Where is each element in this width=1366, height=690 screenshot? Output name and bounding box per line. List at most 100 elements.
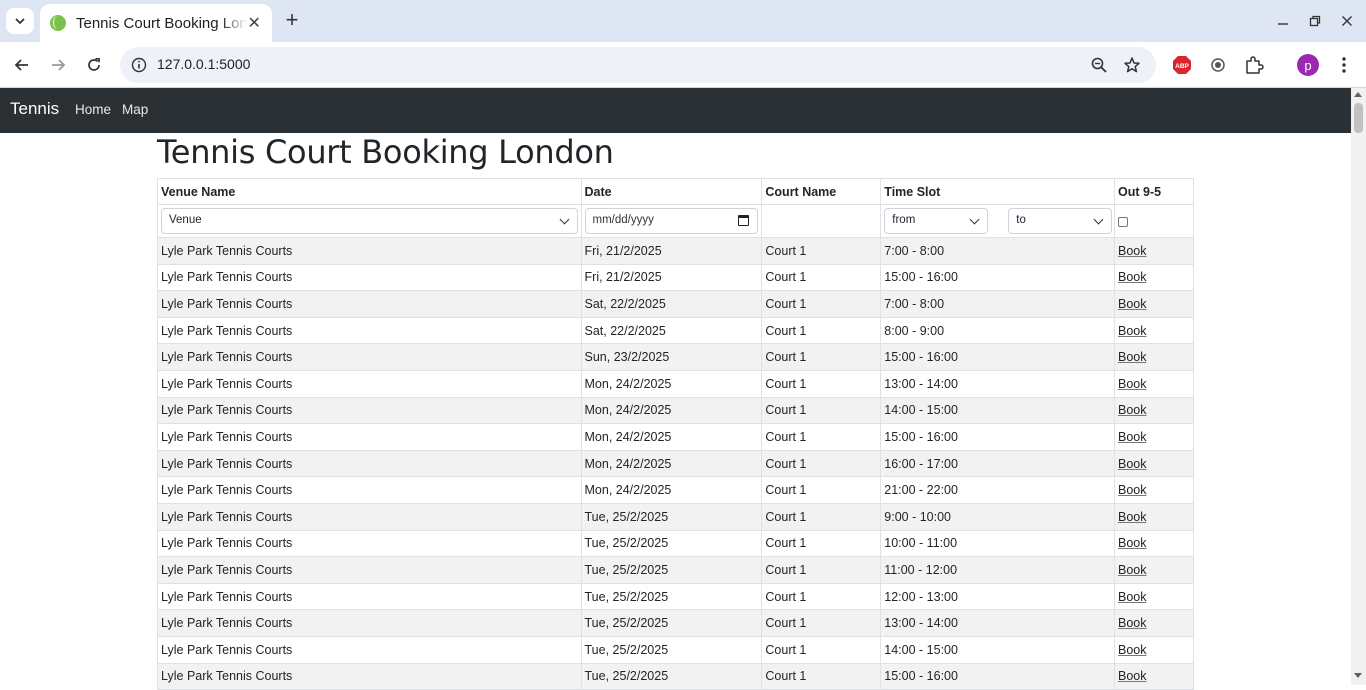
header-time-slot: Time Slot (880, 178, 1116, 205)
book-link[interactable]: Book (1118, 403, 1147, 417)
date-cell: Fri, 21/2/2025 (580, 237, 763, 265)
venue-cell: Lyle Park Tennis Courts (157, 529, 582, 558)
scroll-thumb[interactable] (1354, 103, 1363, 133)
bookmark-star-icon[interactable] (1122, 55, 1142, 75)
extensions-puzzle-icon[interactable] (1243, 54, 1265, 76)
venue-cell: Lyle Park Tennis Courts (157, 316, 582, 345)
time-slot-cell: 21:00 - 22:00 (880, 476, 1116, 504)
address-bar[interactable]: 127.0.0.1:5000 (120, 47, 1156, 83)
forward-icon[interactable] (46, 53, 70, 77)
site-info-icon[interactable] (130, 56, 148, 74)
date-cell: Sat, 22/2/2025 (580, 290, 763, 318)
table-row: Lyle Park Tennis Courts Tue, 25/2/2025 Cou… (157, 582, 1194, 611)
table-row: Lyle Park Tennis Courts Fri, 21/2/2025 Cou… (157, 263, 1194, 292)
out-9-5-checkbox[interactable] (1118, 216, 1129, 227)
svg-text:ABP: ABP (1175, 63, 1189, 70)
court-cell: Court 1 (761, 316, 882, 345)
book-link[interactable]: Book (1118, 324, 1147, 338)
scroll-up-arrow[interactable] (1354, 92, 1362, 97)
nav-link-home[interactable]: Home (75, 102, 111, 117)
book-link[interactable]: Book (1118, 270, 1147, 284)
back-icon[interactable] (10, 53, 34, 77)
table-row: Lyle Park Tennis Courts Fri, 21/2/2025 Cou… (157, 237, 1194, 265)
table-row: Lyle Park Tennis Courts Tue, 25/2/2025 Cou… (157, 529, 1194, 558)
venue-cell: Lyle Park Tennis Courts (157, 582, 582, 611)
site-navbar: Tennis Home Map (0, 88, 1351, 133)
time-slot-cell: 9:00 - 10:00 (880, 502, 1116, 531)
court-cell: Court 1 (761, 423, 882, 451)
adblock-extension-icon[interactable]: ABP (1171, 54, 1193, 76)
chevron-down-icon (559, 214, 569, 225)
time-slot-cell: 13:00 - 14:00 (880, 369, 1116, 398)
date-cell: Fri, 21/2/2025 (580, 263, 763, 292)
book-link[interactable]: Book (1118, 643, 1147, 657)
court-cell: Court 1 (761, 263, 882, 292)
venue-filter-select[interactable]: Venue (161, 208, 578, 234)
book-link[interactable]: Book (1118, 510, 1147, 524)
venue-cell: Lyle Park Tennis Courts (157, 476, 582, 504)
venue-cell: Lyle Park Tennis Courts (157, 343, 582, 371)
book-link[interactable]: Book (1118, 457, 1147, 471)
time-to-select[interactable]: to (1008, 208, 1113, 234)
booking-rows: Lyle Park Tennis Courts Fri, 21/2/2025 Cou… (157, 237, 1194, 690)
table-row: Lyle Park Tennis Courts Sat, 22/2/2025 Cou… (157, 316, 1194, 345)
date-cell: Sun, 23/2/2025 (580, 343, 763, 371)
restore-icon[interactable] (1304, 10, 1326, 32)
browser-tab[interactable]: Tennis Court Booking London ✕ (40, 4, 272, 42)
book-link[interactable]: Book (1118, 430, 1147, 444)
table-row: Lyle Park Tennis Courts Sun, 23/2/2025 Cou… (157, 343, 1194, 371)
date-cell: Tue, 25/2/2025 (580, 556, 763, 584)
time-slot-cell: 16:00 - 17:00 (880, 449, 1116, 478)
time-slot-cell: 8:00 - 9:00 (880, 316, 1116, 345)
date-cell: Mon, 24/2/2025 (580, 396, 763, 425)
close-window-icon[interactable] (1336, 10, 1358, 32)
table-row: Lyle Park Tennis Courts Mon, 24/2/2025 Cou… (157, 396, 1194, 425)
book-link[interactable]: Book (1118, 297, 1147, 311)
chevron-down-icon (15, 18, 25, 25)
minimize-icon[interactable] (1272, 10, 1294, 32)
table-row: Lyle Park Tennis Courts Tue, 25/2/2025 Cou… (157, 662, 1194, 690)
tennis-ball-icon (50, 15, 66, 31)
record-extension-icon[interactable] (1207, 54, 1229, 76)
date-placeholder: mm/dd/yyyy (592, 214, 654, 226)
book-link[interactable]: Book (1118, 669, 1147, 683)
profile-avatar[interactable]: p (1297, 54, 1319, 76)
tab-close-icon[interactable]: ✕ (247, 13, 263, 33)
book-link[interactable]: Book (1118, 563, 1147, 577)
tab-title: Tennis Court Booking London (76, 14, 247, 32)
tab-list-button[interactable] (6, 8, 34, 34)
court-cell: Court 1 (761, 476, 882, 504)
reload-icon[interactable] (82, 53, 106, 77)
zoom-icon[interactable] (1089, 55, 1109, 75)
date-cell: Tue, 25/2/2025 (580, 502, 763, 531)
page-scrollbar[interactable] (1351, 88, 1366, 685)
venue-cell: Lyle Park Tennis Courts (157, 396, 582, 425)
venue-cell: Lyle Park Tennis Courts (157, 237, 582, 265)
book-link[interactable]: Book (1118, 590, 1147, 604)
book-link[interactable]: Book (1118, 483, 1147, 497)
time-from-select[interactable]: from (884, 208, 989, 234)
book-link[interactable]: Book (1118, 616, 1147, 630)
book-link[interactable]: Book (1118, 536, 1147, 550)
court-cell: Court 1 (761, 502, 882, 531)
book-link[interactable]: Book (1118, 350, 1147, 364)
browser-tabstrip: Tennis Court Booking London ✕ + (0, 0, 1366, 42)
venue-cell: Lyle Park Tennis Courts (157, 423, 582, 451)
browser-menu-icon[interactable] (1333, 54, 1355, 76)
time-slot-cell: 7:00 - 8:00 (880, 237, 1116, 265)
navbar-brand[interactable]: Tennis (10, 99, 59, 119)
book-link[interactable]: Book (1118, 244, 1147, 258)
book-link[interactable]: Book (1118, 377, 1147, 391)
date-filter-input[interactable]: mm/dd/yyyy (584, 208, 759, 234)
date-cell: Mon, 24/2/2025 (580, 476, 763, 504)
venue-cell: Lyle Park Tennis Courts (157, 502, 582, 531)
scroll-down-arrow[interactable] (1354, 673, 1362, 678)
new-tab-button[interactable]: + (282, 9, 302, 33)
calendar-icon[interactable] (738, 215, 750, 226)
url-text[interactable]: 127.0.0.1:5000 (157, 56, 250, 72)
time-slot-cell: 14:00 - 15:00 (880, 396, 1116, 425)
court-cell: Court 1 (761, 237, 882, 265)
court-cell: Court 1 (761, 582, 882, 611)
court-cell: Court 1 (761, 609, 882, 637)
nav-link-map[interactable]: Map (122, 102, 148, 117)
